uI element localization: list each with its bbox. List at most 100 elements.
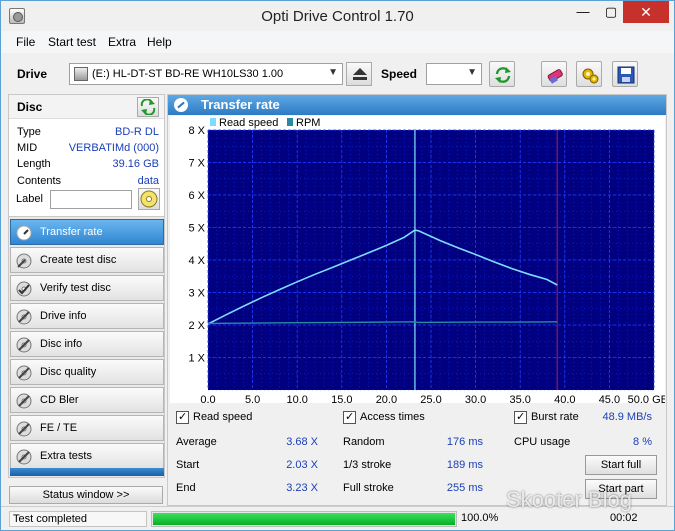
erase-button[interactable] bbox=[541, 61, 567, 87]
disc-title: Disc bbox=[17, 100, 43, 114]
checkbox-label: Read speed bbox=[193, 411, 253, 423]
x-tick-label: 50.0 GB bbox=[628, 394, 665, 403]
panel-title: Transfer rate bbox=[201, 97, 280, 112]
full-stroke-stat: Full stroke 255 ms bbox=[343, 482, 483, 494]
nav-label: FE / TE bbox=[40, 422, 78, 434]
menu-bar: File Start test Extra Help bbox=[1, 31, 674, 53]
nav-create-test-disc[interactable]: Create test disc bbox=[10, 247, 164, 273]
disc-length-row: Length 39.16 GB bbox=[17, 158, 159, 174]
drive-select[interactable]: (E:) HL-DT-ST BD-RE WH10LS30 1.00 ▼ bbox=[69, 63, 343, 85]
y-tick-label: 8 X bbox=[188, 125, 205, 137]
eject-button[interactable] bbox=[346, 62, 372, 86]
disc-type-value: BD-R DL bbox=[114, 126, 159, 138]
checkbox-checked bbox=[343, 410, 356, 424]
y-tick-label: 4 X bbox=[188, 255, 205, 267]
refresh-arrows-icon bbox=[495, 67, 511, 83]
end-stat: End 3.23 X bbox=[176, 482, 318, 494]
nav-disc-info[interactable]: Disc info bbox=[10, 331, 164, 357]
disc-quality-icon bbox=[16, 365, 32, 381]
disc-label-row: Label bbox=[16, 188, 161, 212]
progress-percent: 100.0% bbox=[461, 512, 499, 524]
fe-te-icon bbox=[16, 421, 32, 437]
close-button[interactable]: ✕ bbox=[623, 1, 669, 23]
nav-label: Verify test disc bbox=[40, 282, 111, 294]
app-window: Opti Drive Control 1.70 — ▢ ✕ File Start… bbox=[0, 0, 675, 531]
speed-select[interactable]: ▼ bbox=[426, 63, 482, 85]
save-button[interactable] bbox=[612, 61, 638, 87]
speed-label: Speed bbox=[381, 67, 418, 81]
disc-label-input[interactable] bbox=[50, 190, 132, 209]
disc-mid-row: MID VERBATIMd (000) bbox=[17, 142, 159, 158]
maximize-button[interactable]: ▢ bbox=[596, 1, 626, 23]
disc-contents-value: data bbox=[137, 175, 159, 187]
cpu-usage-stat: CPU usage 8 % bbox=[514, 436, 652, 448]
disc-contents-key: Contents bbox=[17, 175, 62, 187]
x-tick-label: 45.0 bbox=[599, 394, 620, 403]
nav-extra-tests[interactable]: Extra tests bbox=[10, 443, 164, 469]
x-tick-label: 30.0 bbox=[465, 394, 486, 403]
nav-label: Disc quality bbox=[40, 366, 97, 378]
refresh-speed-button[interactable] bbox=[489, 61, 515, 87]
drive-info-icon bbox=[16, 309, 32, 325]
transfer-rate-chart: 0.0 5.0 10.0 15.0 20.0 25.0 30.0 35.0 40.0 45.0 50… bbox=[170, 116, 665, 403]
burst-rate-value: 48.9 MB/s bbox=[602, 411, 652, 423]
floppy-disk-icon bbox=[617, 66, 635, 84]
menu-start-test[interactable]: Start test bbox=[48, 35, 96, 49]
legend-swatch bbox=[287, 118, 293, 126]
cd-label-icon bbox=[140, 190, 158, 208]
status-window-button[interactable]: Status window >> bbox=[9, 486, 163, 504]
disc-type-key: Type bbox=[17, 126, 41, 138]
left-panel: Disc Type BD-R DL MID VERBATIMd (000) Le… bbox=[8, 94, 165, 486]
checkbox-label: Burst rate bbox=[531, 411, 579, 423]
disc-refresh-button[interactable] bbox=[137, 97, 159, 117]
x-tick-label: 5.0 bbox=[245, 394, 260, 403]
x-tick-label: 10.0 bbox=[286, 394, 307, 403]
watermark: Skooter Blog bbox=[506, 487, 632, 512]
y-tick-label: 1 X bbox=[188, 353, 205, 365]
disc-label-button[interactable] bbox=[138, 188, 160, 210]
x-tick-label: 40.0 bbox=[554, 394, 575, 403]
disc-mid-value: VERBATIMd (000) bbox=[68, 142, 159, 154]
y-tick-label: 6 X bbox=[188, 190, 205, 202]
nav-transfer-rate[interactable]: Transfer rate bbox=[10, 219, 164, 245]
nav-disc-quality[interactable]: Disc quality bbox=[10, 359, 164, 385]
eraser-icon bbox=[547, 69, 563, 84]
nav-drive-info[interactable]: Drive info bbox=[10, 303, 164, 329]
progress-fill bbox=[153, 513, 455, 525]
extra-tests-icon bbox=[16, 449, 32, 465]
nav-verify-test-disc[interactable]: Verify test disc bbox=[10, 275, 164, 301]
start-full-button[interactable]: Start full bbox=[585, 455, 657, 475]
title-bar: Opti Drive Control 1.70 — ▢ ✕ bbox=[1, 1, 674, 31]
disc-verify-icon bbox=[16, 281, 32, 297]
elapsed-time: 00:02 bbox=[610, 512, 638, 524]
x-tick-label: 35.0 bbox=[509, 394, 530, 403]
menu-extra[interactable]: Extra bbox=[108, 35, 136, 49]
disc-mid-key: MID bbox=[17, 142, 38, 154]
test-navigation: Transfer rate Create test disc Verify te… bbox=[8, 216, 165, 478]
nav-fe-te[interactable]: FE / TE bbox=[10, 415, 164, 441]
minimize-button[interactable]: — bbox=[568, 1, 598, 23]
progress-bar bbox=[151, 511, 457, 527]
settings-button[interactable] bbox=[576, 61, 602, 87]
y-tick-label: 5 X bbox=[188, 223, 205, 235]
nav-label: Drive info bbox=[40, 310, 87, 322]
legend-label: RPM bbox=[296, 117, 320, 129]
speedometer-icon bbox=[174, 98, 188, 112]
disc-label-key: Label bbox=[16, 193, 43, 205]
nav-cd-bler[interactable]: CD Bler bbox=[10, 387, 164, 413]
nav-label: CD Bler bbox=[40, 394, 79, 406]
chart-svg: 0.0 5.0 10.0 15.0 20.0 25.0 30.0 35.0 40.0 45.0 50… bbox=[188, 117, 665, 403]
menu-file[interactable]: File bbox=[16, 35, 35, 49]
y-tick-label: 2 X bbox=[188, 320, 205, 332]
disc-header: Disc bbox=[9, 95, 164, 119]
disc-length-key: Length bbox=[17, 158, 51, 170]
x-tick-label: 20.0 bbox=[376, 394, 397, 403]
legend-label: Read speed bbox=[219, 117, 278, 129]
nav-scroll-strip bbox=[10, 468, 164, 476]
eject-icon bbox=[353, 68, 367, 80]
x-tick-label: 0.0 bbox=[200, 394, 215, 403]
speedometer-icon bbox=[16, 225, 32, 241]
menu-help[interactable]: Help bbox=[147, 35, 172, 49]
x-tick-label: 25.0 bbox=[420, 394, 441, 403]
checkbox-label: Access times bbox=[360, 411, 425, 423]
